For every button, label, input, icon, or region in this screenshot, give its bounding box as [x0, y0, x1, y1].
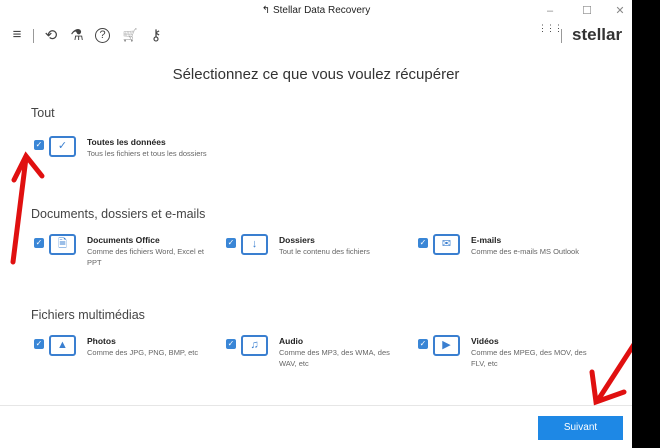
option-title: E-mails — [471, 235, 502, 245]
next-button[interactable]: Suivant — [538, 416, 623, 440]
checkbox-audio[interactable]: ✓ — [226, 339, 236, 349]
key-icon[interactable]: ⚷ — [147, 26, 165, 44]
menu-icon[interactable]: ≡ — [8, 26, 26, 43]
vide-os-icon: ▶ — [433, 335, 460, 356]
option-description: Comme des MP3, des WMA, des WAV, etc — [279, 348, 390, 368]
app-icon: ↰ — [261, 5, 273, 16]
checkbox-documents-office[interactable]: ✓ — [34, 238, 44, 248]
checkbox-vide-os[interactable]: ✓ — [418, 339, 428, 349]
option-toutes-les-donne-es[interactable]: ✓ ✓ Toutes les données Tous les fichiers… — [34, 136, 219, 178]
option-description: Comme des e-mails MS Outlook — [471, 247, 579, 256]
option-description: Tout le contenu des fichiers — [279, 247, 370, 256]
documents-office-icon: 🗎 — [49, 234, 76, 255]
checkbox-toutes-les-donne-es[interactable]: ✓ — [34, 140, 44, 150]
checkbox-e-mails[interactable]: ✓ — [418, 238, 428, 248]
footer-divider — [0, 405, 632, 406]
page-title: Sélectionnez ce que vous voulez récupére… — [172, 66, 460, 83]
section-title-documents: Documents, dossiers et e-mails — [31, 207, 206, 221]
section-title-media: Fichiers multimédias — [31, 308, 145, 322]
history-icon[interactable]: ⟲ — [42, 26, 60, 44]
option-vide-os[interactable]: ✓ ▶ Vidéos Comme des MPEG, des MOV, des … — [418, 335, 603, 377]
photos-icon: ▲ — [49, 335, 76, 356]
apps-icon[interactable]: ⋮⋮⋮ — [538, 24, 563, 33]
title-bar: ↰ Stellar Data Recovery — [0, 0, 632, 22]
option-audio[interactable]: ✓ ♫ Audio Comme des MP3, des WMA, des WA… — [226, 335, 411, 377]
checkbox-photos[interactable]: ✓ — [34, 339, 44, 349]
checkbox-dossiers[interactable]: ✓ — [226, 238, 236, 248]
option-title: Vidéos — [471, 336, 499, 346]
option-title: Documents Office — [87, 235, 160, 245]
option-documents-office[interactable]: ✓ 🗎 Documents Office Comme des fichiers … — [34, 234, 219, 276]
dossiers-icon: ↓ — [241, 234, 268, 255]
window-title: Stellar Data Recovery — [272, 5, 371, 16]
option-photos[interactable]: ✓ ▲ Photos Comme des JPG, PNG, BMP, etc — [34, 335, 219, 377]
e-mails-icon: ✉ — [433, 234, 460, 255]
close-button[interactable]: ✕ — [610, 0, 630, 22]
option-title: Dossiers — [279, 235, 315, 245]
lab-icon[interactable]: ⚗ — [68, 26, 86, 44]
option-e-mails[interactable]: ✓ ✉ E-mails Comme des e-mails MS Outlook — [418, 234, 603, 276]
minimize-button[interactable]: – — [540, 0, 560, 22]
section-title-all: Tout — [31, 106, 55, 120]
option-description: Comme des fichiers Word, Excel et PPT — [87, 247, 204, 267]
maximize-button[interactable]: ☐ — [577, 0, 597, 22]
cart-icon[interactable]: 🛒 — [121, 28, 139, 42]
option-description: Comme des MPEG, des MOV, des FLV, etc — [471, 348, 587, 368]
option-description: Tous les fichiers et tous les dossiers — [87, 149, 207, 158]
audio-icon: ♫ — [241, 335, 268, 356]
option-description: Comme des JPG, PNG, BMP, etc — [87, 348, 199, 357]
stellar-logo: stellar — [572, 25, 623, 44]
option-title: Audio — [279, 336, 304, 346]
screen-edge — [632, 0, 660, 448]
logo-divider — [561, 29, 562, 43]
option-dossiers[interactable]: ✓ ↓ Dossiers Tout le contenu des fichier… — [226, 234, 411, 276]
toutes-les-donne-es-icon: ✓ — [49, 136, 76, 157]
option-title: Toutes les données — [87, 137, 166, 147]
toolbar-divider — [33, 29, 34, 43]
help-icon[interactable]: ? — [95, 28, 110, 43]
option-title: Photos — [87, 336, 116, 346]
